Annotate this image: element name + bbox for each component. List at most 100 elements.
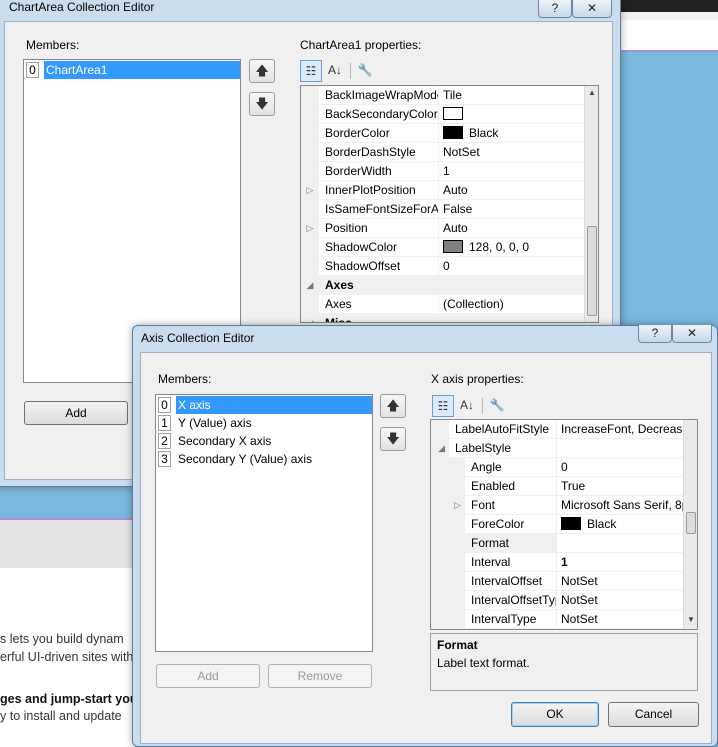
list-item[interactable]: 1 Y (Value) axis: [156, 414, 372, 432]
help-button[interactable]: ?: [538, 0, 572, 18]
property-row[interactable]: Axes (Collection): [301, 295, 598, 314]
collapse-icon[interactable]: ◢: [301, 314, 319, 322]
members-list[interactable]: 0 X axis 1 Y (Value) axis 2 Secondary X axis 3…: [155, 394, 373, 652]
property-value[interactable]: 128, 0, 0, 0: [439, 238, 584, 257]
property-rows: BackImageWrapMode Tile BackSecondaryColor B…: [301, 86, 598, 322]
property-row[interactable]: Format: [431, 534, 697, 553]
scrollbar-thumb[interactable]: [587, 226, 597, 316]
color-swatch: [561, 517, 581, 530]
property-row[interactable]: LabelAutoFitStyle IncreaseFont, Decrease: [431, 420, 697, 439]
property-value[interactable]: 0: [439, 257, 584, 276]
property-value[interactable]: 0: [557, 458, 683, 477]
property-value-text: False: [443, 202, 473, 216]
property-pages-icon[interactable]: 🔧: [486, 395, 508, 417]
help-button[interactable]: ?: [638, 325, 672, 343]
categorized-view-icon[interactable]: ☷: [432, 395, 454, 417]
property-pages-icon[interactable]: 🔧: [354, 60, 376, 82]
property-category-row[interactable]: ◢ Misc: [301, 314, 598, 322]
property-value[interactable]: NotSet: [557, 572, 683, 591]
property-grid[interactable]: LabelAutoFitStyle IncreaseFont, Decrease ◢…: [430, 419, 698, 630]
property-row[interactable]: ▷ Font Microsoft Sans Serif, 8p: [431, 496, 697, 515]
property-row[interactable]: ◢ LabelStyle: [431, 439, 697, 458]
property-value[interactable]: Microsoft Sans Serif, 8p: [557, 496, 683, 515]
add-button[interactable]: Add: [156, 664, 260, 688]
list-item[interactable]: 0 X axis: [156, 396, 372, 414]
property-row[interactable]: BorderColor Black: [301, 124, 598, 143]
alphabetical-sort-icon[interactable]: A↓: [324, 60, 346, 82]
list-item[interactable]: 0 ChartArea1: [24, 61, 240, 79]
property-value[interactable]: NotSet: [439, 143, 584, 162]
property-category-row[interactable]: ◢ Axes: [301, 276, 598, 295]
property-value[interactable]: [557, 534, 683, 553]
property-value-text: Black: [469, 126, 499, 140]
scroll-up-arrow-icon[interactable]: ▲: [585, 86, 598, 100]
property-row[interactable]: BorderWidth 1: [301, 162, 598, 181]
expand-icon[interactable]: ▷: [431, 496, 465, 515]
property-name: BackImageWrapMode: [319, 86, 439, 105]
remove-button[interactable]: Remove: [268, 664, 372, 688]
property-row[interactable]: ForeColor Black: [431, 515, 697, 534]
property-value-text: NotSet: [561, 574, 598, 588]
scrollbar-thumb[interactable]: [686, 512, 696, 534]
property-value[interactable]: Tile: [439, 86, 584, 105]
move-up-button[interactable]: 🡅: [380, 394, 406, 418]
toolbar-separator: [350, 63, 351, 79]
property-row[interactable]: Enabled True: [431, 477, 697, 496]
property-value[interactable]: [557, 439, 683, 458]
list-item[interactable]: 2 Secondary X axis: [156, 432, 372, 450]
property-grid[interactable]: BackImageWrapMode Tile BackSecondaryColor B…: [300, 85, 599, 323]
property-row[interactable]: IsSameFontSizeForAllAxes False: [301, 200, 598, 219]
property-value[interactable]: Black: [439, 124, 584, 143]
collapse-icon[interactable]: ◢: [431, 439, 449, 458]
property-value[interactable]: Black: [557, 515, 683, 534]
grid-scrollbar[interactable]: ▲: [584, 86, 598, 322]
property-row[interactable]: Angle 0: [431, 458, 697, 477]
property-value[interactable]: Auto: [439, 219, 584, 238]
property-row[interactable]: BackImageWrapMode Tile: [301, 86, 598, 105]
property-row[interactable]: ▷ InnerPlotPosition Auto: [301, 181, 598, 200]
grid-scrollbar[interactable]: ▼: [683, 420, 697, 629]
move-down-button[interactable]: 🡇: [249, 92, 275, 116]
move-up-button[interactable]: 🡅: [249, 59, 275, 83]
property-value[interactable]: 1: [439, 162, 584, 181]
expand-icon[interactable]: ▷: [301, 219, 319, 238]
row-gutter: [301, 86, 319, 105]
member-name: Secondary Y (Value) axis: [178, 452, 313, 466]
add-button[interactable]: Add: [24, 401, 128, 425]
close-button[interactable]: ✕: [672, 325, 712, 343]
toolbar-separator: [482, 398, 483, 414]
property-value[interactable]: IncreaseFont, Decrease: [557, 420, 683, 439]
property-row[interactable]: IntervalType NotSet: [431, 610, 697, 629]
property-row[interactable]: ShadowColor 128, 0, 0, 0: [301, 238, 598, 257]
property-value[interactable]: (Collection): [439, 295, 584, 314]
ok-button[interactable]: OK: [511, 702, 599, 727]
property-name: BorderWidth: [319, 162, 439, 181]
property-row[interactable]: IntervalOffset NotSet: [431, 572, 697, 591]
property-row[interactable]: ShadowOffset 0: [301, 257, 598, 276]
property-row[interactable]: ▷ Position Auto: [301, 219, 598, 238]
property-value[interactable]: [439, 105, 584, 124]
property-row[interactable]: Interval 1: [431, 553, 697, 572]
property-row[interactable]: BorderDashStyle NotSet: [301, 143, 598, 162]
move-down-button[interactable]: 🡇: [380, 427, 406, 451]
row-gutter: [301, 257, 319, 276]
row-gutter: [431, 553, 465, 572]
property-value[interactable]: NotSet: [557, 591, 683, 610]
alphabetical-sort-icon[interactable]: A↓: [456, 395, 478, 417]
scroll-down-arrow-icon[interactable]: ▼: [684, 613, 697, 627]
property-value[interactable]: NotSet: [557, 610, 683, 629]
list-item[interactable]: 3 Secondary Y (Value) axis: [156, 450, 372, 468]
close-button[interactable]: ✕: [572, 0, 612, 18]
property-row[interactable]: BackSecondaryColor: [301, 105, 598, 124]
background-text-line: y to install and update: [0, 709, 122, 723]
property-value[interactable]: Auto: [439, 181, 584, 200]
arrow-down-icon: 🡇: [386, 431, 400, 446]
property-value[interactable]: True: [557, 477, 683, 496]
expand-icon[interactable]: ▷: [301, 181, 319, 200]
property-value[interactable]: False: [439, 200, 584, 219]
property-value[interactable]: 1: [557, 553, 683, 572]
categorized-view-icon[interactable]: ☷: [300, 60, 322, 82]
cancel-button[interactable]: Cancel: [608, 702, 699, 727]
property-row[interactable]: IntervalOffsetType NotSet: [431, 591, 697, 610]
collapse-icon[interactable]: ◢: [301, 276, 319, 295]
